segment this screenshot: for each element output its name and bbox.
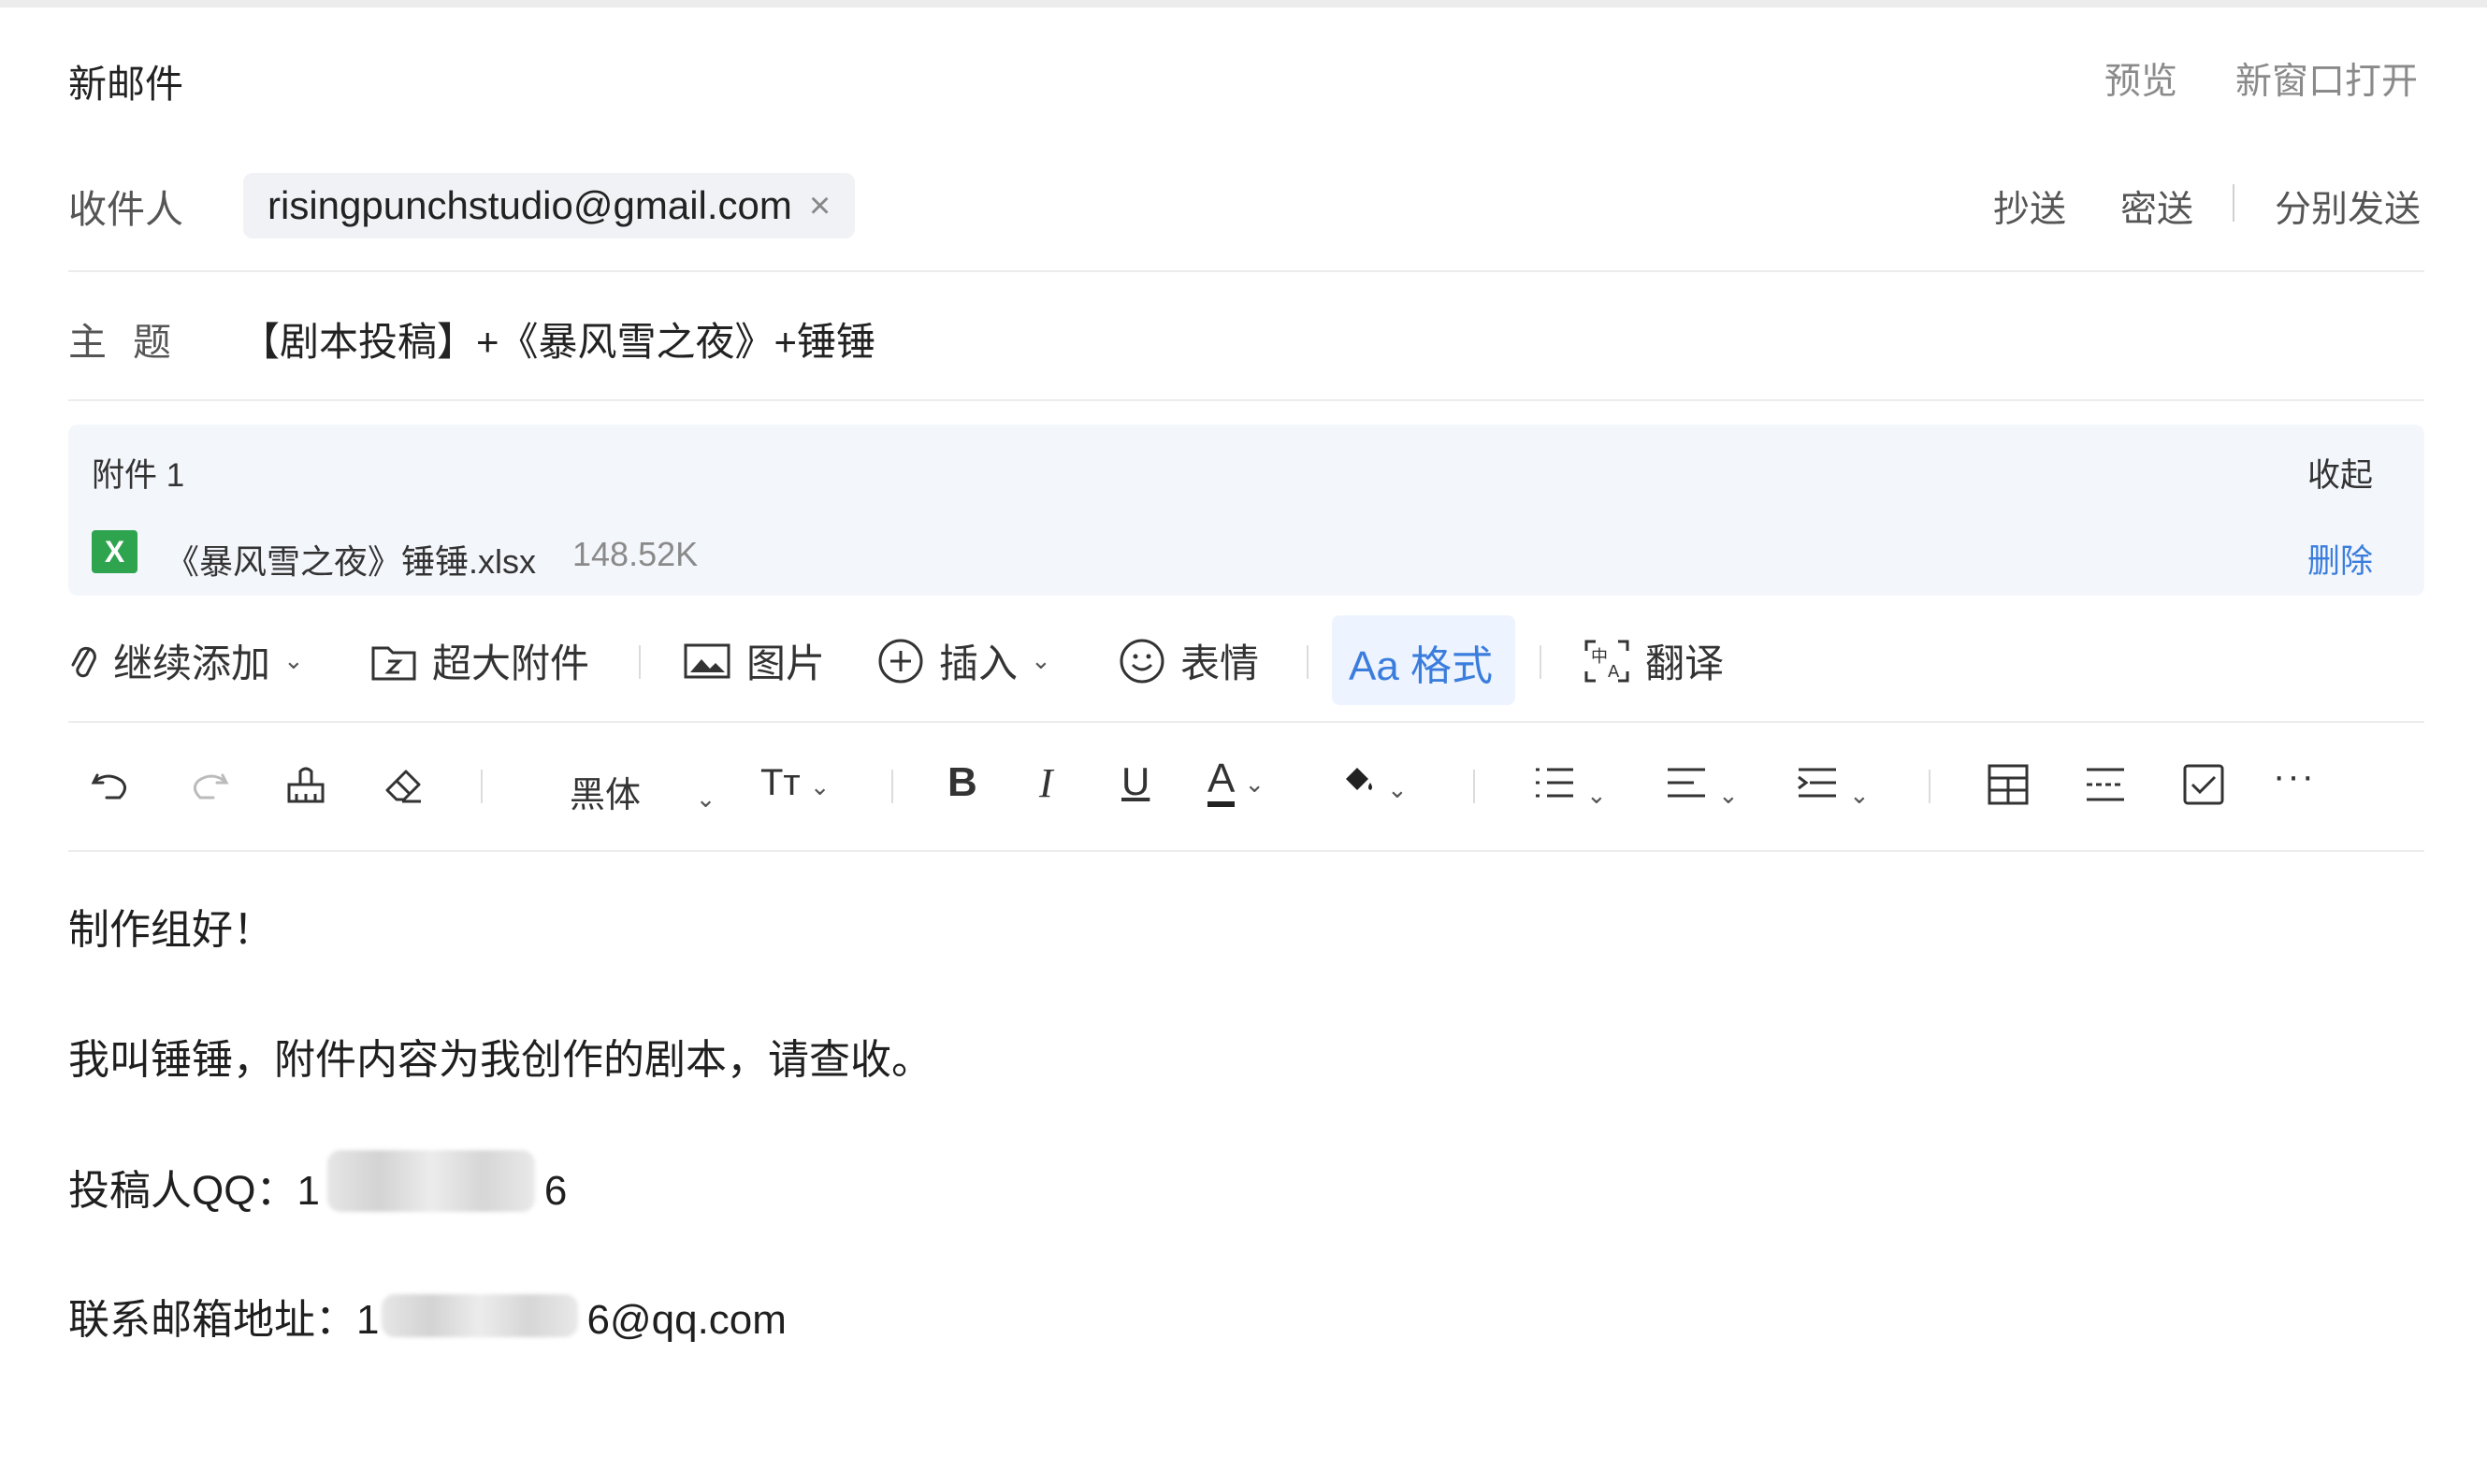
email-label: 联系邮箱地址：1: [68, 1297, 380, 1343]
translate-button[interactable]: 中A 翻译: [1583, 632, 1724, 689]
font-size-icon: Tт: [760, 762, 801, 803]
chevron-down-icon: ⌄: [1031, 646, 1051, 674]
highlight-button[interactable]: ⌄: [1340, 760, 1408, 806]
divider: [639, 645, 641, 679]
svg-text:A: A: [1608, 662, 1620, 682]
collapse-attachments-link[interactable]: 收起: [2307, 449, 2373, 497]
font-family-select[interactable]: 黑体 ⌄: [570, 766, 716, 817]
more-icon[interactable]: ···: [2273, 756, 2316, 798]
divider: [1307, 645, 1309, 679]
smiley-icon: [1120, 639, 1164, 683]
bold-icon[interactable]: B: [947, 759, 977, 806]
translate-label: 翻译: [1645, 641, 1725, 685]
attachment-size: 148.52K: [572, 535, 699, 573]
image-label: 图片: [746, 641, 826, 685]
chevron-down-icon: ⌄: [1387, 775, 1408, 803]
attachment-count: 附件 1: [92, 457, 185, 494]
compose-title: 新邮件: [68, 63, 183, 106]
chevron-down-icon: ⌄: [1718, 781, 1739, 809]
divider: [68, 850, 2424, 852]
font-family-value: 黑体: [570, 776, 642, 815]
image-icon: [684, 643, 730, 678]
large-file-icon: [371, 646, 416, 680]
large-attachment-button[interactable]: 超大附件: [370, 632, 589, 689]
divider: [891, 770, 893, 803]
underline-icon[interactable]: U: [1121, 759, 1150, 804]
chevron-down-icon: ⌄: [809, 772, 831, 800]
checkbox-icon[interactable]: [2181, 762, 2226, 807]
plus-circle-icon: [878, 639, 923, 683]
image-button[interactable]: 图片: [683, 632, 825, 689]
divider: [1540, 645, 1541, 679]
preview-link[interactable]: 预览: [2104, 52, 2177, 105]
divider: [1929, 770, 1930, 803]
align-button[interactable]: ⌄: [1664, 762, 1739, 810]
format-button[interactable]: Aa 格式: [1349, 632, 1493, 692]
align-icon: [1668, 768, 1705, 798]
recipient-address: risingpunchstudio@gmail.com: [267, 183, 792, 227]
chevron-down-icon: ⌄: [283, 646, 304, 674]
translate-icon: 中A: [1584, 640, 1629, 682]
emoji-label: 表情: [1180, 641, 1260, 685]
svg-text:中: 中: [1591, 647, 1608, 667]
chevron-down-icon: ⌄: [1586, 781, 1607, 809]
recipient-chip[interactable]: risingpunchstudio@gmail.com ×: [243, 173, 856, 238]
highlight-icon: [1346, 768, 1372, 790]
divider: [68, 399, 2424, 401]
subject-input[interactable]: 【剧本投稿】+《暴风雪之夜》+锤锤: [240, 310, 875, 367]
list-button[interactable]: ⌄: [1532, 762, 1607, 810]
font-color-button[interactable]: A ⌄: [1207, 756, 1265, 807]
undo-icon[interactable]: [90, 762, 135, 807]
subject-label: 主题: [68, 321, 197, 364]
table-icon[interactable]: [1986, 762, 2031, 807]
attachment-name[interactable]: 《暴风雪之夜》锤锤.xlsx: [166, 535, 536, 584]
body-greeting[interactable]: 制作组好！: [68, 896, 274, 956]
excel-file-icon: X: [92, 530, 137, 573]
paperclip-icon: [71, 646, 96, 677]
to-label: 收件人: [68, 188, 183, 231]
body-intro[interactable]: 我叫锤锤，附件内容为我创作的剧本，请查收。: [68, 1026, 933, 1086]
insert-label: 插入: [939, 641, 1019, 685]
eraser-icon[interactable]: [382, 762, 427, 807]
qq-end: 6: [543, 1168, 568, 1214]
list-icon: [1536, 768, 1573, 798]
open-new-window-link[interactable]: 新窗口打开: [2235, 52, 2418, 105]
add-attachment-label: 继续添加: [113, 641, 271, 685]
top-border: [0, 0, 2487, 7]
divider: [1473, 770, 1475, 803]
insert-button[interactable]: 插入 ⌄: [877, 632, 1051, 689]
email-end: 6@qq.com: [586, 1297, 787, 1343]
font-size-select[interactable]: Tт ⌄: [760, 762, 831, 804]
indent-button[interactable]: ⌄: [1795, 762, 1870, 810]
delete-attachment-link[interactable]: 删除: [2307, 535, 2373, 583]
qq-label: 投稿人QQ：1: [68, 1168, 320, 1214]
format-painter-icon[interactable]: [283, 762, 328, 807]
redaction-blur: [382, 1294, 578, 1337]
indent-icon: [1798, 768, 1836, 798]
divider: [481, 770, 483, 803]
italic-icon[interactable]: I: [1039, 759, 1053, 807]
divider: [2233, 184, 2234, 222]
split-send-link[interactable]: 分别发送: [2275, 180, 2421, 233]
redaction-blur: [327, 1150, 535, 1212]
chevron-down-icon: ⌄: [1849, 781, 1870, 809]
add-attachment-button[interactable]: 继续添加 ⌄: [68, 632, 304, 689]
bcc-link[interactable]: 密送: [2120, 180, 2193, 233]
remove-recipient-icon[interactable]: ×: [809, 185, 831, 227]
divider: [68, 721, 2424, 723]
cc-link[interactable]: 抄送: [1993, 180, 2066, 233]
large-attachment-label: 超大附件: [432, 641, 590, 685]
chevron-down-icon: ⌄: [1244, 770, 1265, 798]
redo-icon[interactable]: [185, 762, 230, 807]
chevron-down-icon: ⌄: [695, 785, 716, 813]
divider: [68, 270, 2424, 272]
emoji-button[interactable]: 表情: [1119, 632, 1259, 689]
divider-icon[interactable]: [2083, 762, 2128, 807]
font-color-icon: A: [1207, 756, 1236, 807]
